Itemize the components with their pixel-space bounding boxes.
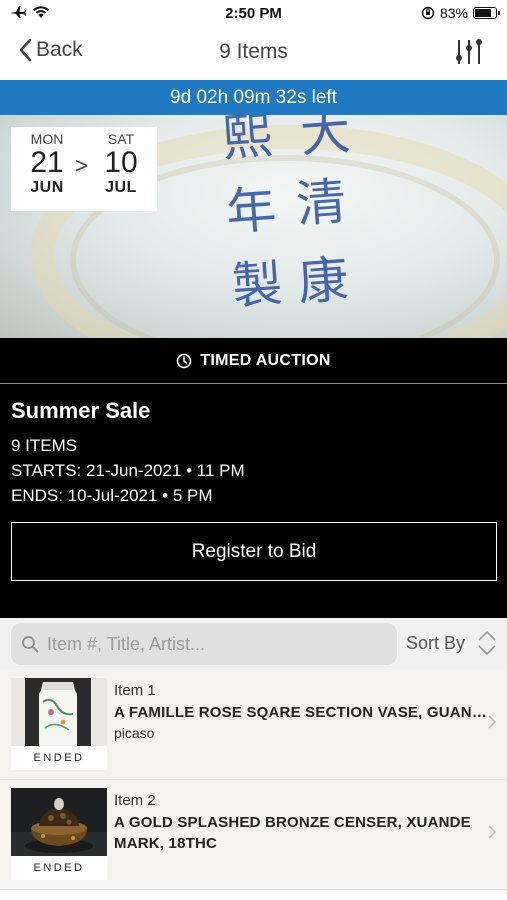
search-icon (22, 636, 39, 653)
auction-info-panel: TIMED AUCTION Summer Sale 9 ITEMS STARTS… (0, 338, 507, 618)
lot-status-badge: ENDED (11, 856, 107, 880)
battery-percent: 83% (439, 5, 468, 21)
end-month: JUL (105, 179, 137, 196)
search-field[interactable] (11, 623, 397, 665)
lot-title: A GOLD SPLASHED BRONZE CENSER, XUANDE MA… (114, 814, 471, 852)
page-title: 9 Items (219, 40, 288, 63)
auction-type-label: TIMED AUCTION (200, 351, 331, 369)
sort-updown-icon (478, 631, 496, 655)
auction-date-range: MON 21 JUN > SAT 10 JUL (11, 127, 157, 211)
status-right: 83% (421, 5, 500, 21)
battery-fill (475, 9, 491, 17)
search-input[interactable] (47, 633, 377, 655)
sale-title: Summer Sale (11, 398, 151, 423)
reign-mark-char: 清 (294, 172, 349, 234)
lot-list-item[interactable]: ENDED Item 1 A FAMILLE ROSE SQARE SECTIO… (0, 670, 507, 780)
nav-bar: Back 9 Items (0, 28, 507, 80)
start-datetime: STARTS: 21-Jun-2021 • 11 PM (11, 461, 245, 480)
lot-status-badge: ENDED (11, 746, 107, 770)
sort-by-label: Sort By (405, 632, 465, 653)
status-bar: 2:50 PM 83% (0, 0, 507, 28)
sort-by-button[interactable]: Sort By (406, 630, 497, 656)
chevron-right-icon (488, 715, 497, 729)
end-datetime: ENDS: 10-Jul-2021 • 5 PM (11, 486, 213, 505)
end-date: SAT 10 JUL (95, 131, 147, 197)
reign-mark-char: 熙 (220, 115, 275, 168)
censer-image-art (11, 788, 107, 856)
orientation-lock-icon (421, 6, 435, 20)
lot-list-item[interactable]: ENDED Item 2 A GOLD SPLASHED BRONZE CENS… (0, 780, 507, 890)
chevron-right-icon (488, 825, 497, 839)
start-weekday: MON (30, 131, 64, 147)
filter-sliders-icon[interactable] (453, 36, 485, 68)
lot-artist: picaso (114, 725, 155, 741)
register-to-bid-button[interactable]: Register to Bid (11, 522, 497, 581)
item-count: 9 ITEMS (11, 436, 78, 455)
censer-image (11, 788, 107, 856)
lot-title: A FAMILLE ROSE SQARE SECTION VASE, GUANG… (114, 704, 494, 721)
battery-icon (473, 7, 500, 19)
reign-mark-char: 製 (230, 254, 285, 316)
auction-type-row: TIMED AUCTION (0, 338, 507, 384)
lot-thumbnail: ENDED (11, 788, 107, 880)
lot-number: Item 1 (114, 682, 156, 699)
end-weekday: SAT (107, 131, 135, 147)
end-day: 10 (104, 146, 138, 179)
start-date: MON 21 JUN (21, 131, 73, 197)
date-range-separator: > (75, 153, 88, 178)
reign-mark-char: 大 (298, 115, 353, 164)
vase-image-art (11, 678, 107, 746)
start-day: 21 (30, 146, 64, 179)
reign-mark-char: 年 (224, 180, 279, 242)
vase-image (11, 678, 107, 746)
start-month: JUN (30, 179, 64, 196)
reign-mark-char: 康 (296, 250, 351, 312)
lot-number: Item 2 (114, 792, 156, 809)
clock-icon (176, 353, 192, 368)
search-sort-bar: Sort By (0, 618, 507, 670)
lot-thumbnail: ENDED (11, 678, 107, 770)
countdown-banner: 9d 02h 09m 32s left (0, 80, 507, 115)
